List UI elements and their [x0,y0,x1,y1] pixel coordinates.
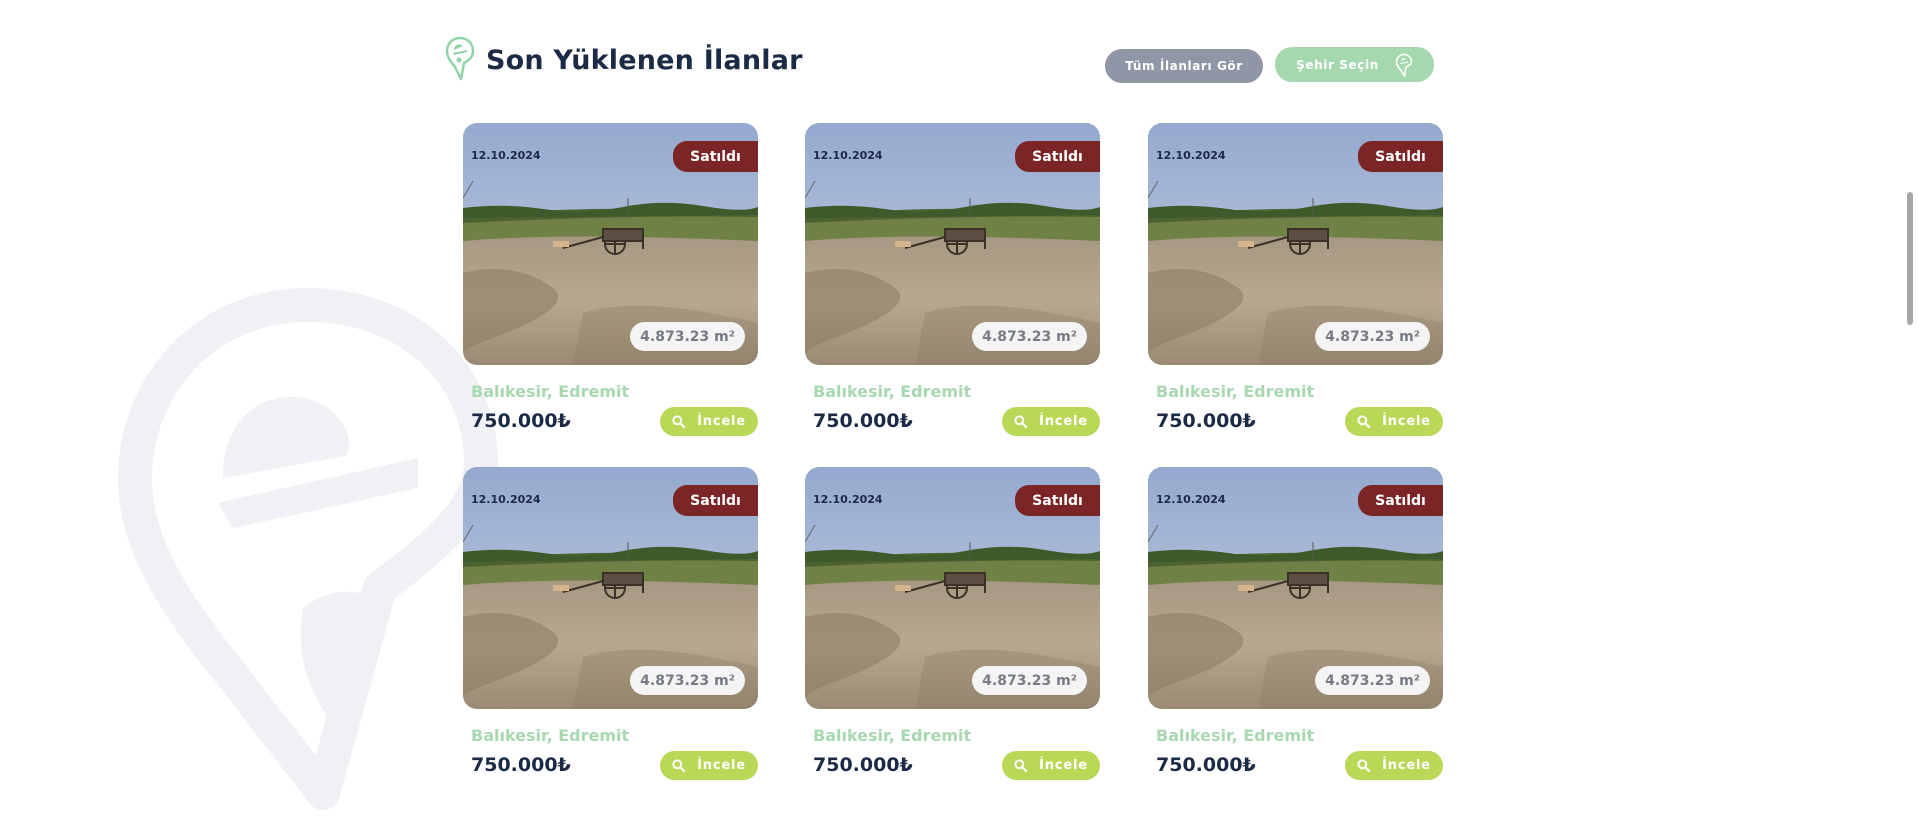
inspect-button[interactable]: İncele [1002,751,1100,780]
listing-photo[interactable]: 12.10.2024 Satıldı 4.873.23 m² [463,123,758,365]
city-select-button[interactable]: Şehir Seçin [1275,47,1434,82]
inspect-button[interactable]: İncele [1002,407,1100,436]
listing-photo[interactable]: 12.10.2024 Satıldı 4.873.23 m² [805,467,1100,709]
location-pin-logo-icon [1395,53,1413,77]
listing-area: 4.873.23 m² [630,666,745,695]
inspect-button-label: İncele [1382,758,1431,773]
sold-status-badge: Satıldı [1015,141,1100,172]
listing-area: 4.873.23 m² [972,322,1087,351]
listing-card[interactable]: 12.10.2024 Satıldı 4.873.23 m² Balıkesir… [805,123,1100,436]
listing-photo[interactable]: 12.10.2024 Satıldı 4.873.23 m² [1148,467,1443,709]
listing-card[interactable]: 12.10.2024 Satıldı 4.873.23 m² Balıkesir… [463,467,758,780]
city-select-label: Şehir Seçin [1296,57,1379,72]
listing-date: 12.10.2024 [1156,493,1226,506]
listing-price: 750.000₺ [471,410,571,432]
listing-card[interactable]: 12.10.2024 Satıldı 4.873.23 m² Balıkesir… [805,467,1100,780]
location-pin-logo-icon [445,36,475,81]
page-title: Son Yüklenen İlanlar [486,45,803,76]
search-icon [1014,759,1028,772]
listing-price: 750.000₺ [813,410,913,432]
listing-card[interactable]: 12.10.2024 Satıldı 4.873.23 m² Balıkesir… [1148,123,1443,436]
inspect-button[interactable]: İncele [1345,407,1443,436]
sold-status-badge: Satıldı [1015,485,1100,516]
listing-area: 4.873.23 m² [972,666,1087,695]
listing-area: 4.873.23 m² [1315,666,1430,695]
listing-price: 750.000₺ [471,754,571,776]
search-icon [1357,759,1371,772]
listing-date: 12.10.2024 [813,149,883,162]
scrollbar-thumb[interactable] [1907,192,1913,325]
listing-location[interactable]: Balıkesir, Edremit [471,726,629,745]
sold-status-badge: Satıldı [1358,485,1443,516]
inspect-button[interactable]: İncele [660,407,758,436]
listing-photo[interactable]: 12.10.2024 Satıldı 4.873.23 m² [805,123,1100,365]
inspect-button-label: İncele [697,414,746,429]
sold-status-badge: Satıldı [1358,141,1443,172]
listing-date: 12.10.2024 [471,493,541,506]
inspect-button-label: İncele [1382,414,1431,429]
listing-date: 12.10.2024 [813,493,883,506]
listing-location[interactable]: Balıkesir, Edremit [813,382,971,401]
inspect-button-label: İncele [1039,414,1088,429]
listing-date: 12.10.2024 [471,149,541,162]
listing-card[interactable]: 12.10.2024 Satıldı 4.873.23 m² Balıkesir… [463,123,758,436]
listing-photo[interactable]: 12.10.2024 Satıldı 4.873.23 m² [1148,123,1443,365]
listing-price: 750.000₺ [813,754,913,776]
search-icon [672,759,686,772]
listing-area: 4.873.23 m² [1315,322,1430,351]
listing-date: 12.10.2024 [1156,149,1226,162]
listing-location[interactable]: Balıkesir, Edremit [1156,726,1314,745]
listing-price: 750.000₺ [1156,754,1256,776]
inspect-button[interactable]: İncele [660,751,758,780]
listing-area: 4.873.23 m² [630,322,745,351]
listing-location[interactable]: Balıkesir, Edremit [471,382,629,401]
search-icon [1357,415,1371,428]
search-icon [672,415,686,428]
inspect-button-label: İncele [697,758,746,773]
search-icon [1014,415,1028,428]
scrollbar-track[interactable] [1902,0,1919,816]
listing-card[interactable]: 12.10.2024 Satıldı 4.873.23 m² Balıkesir… [1148,467,1443,780]
sold-status-badge: Satıldı [673,141,758,172]
background-logo-watermark [118,288,498,810]
all-listings-button[interactable]: Tüm İlanları Gör [1105,49,1263,83]
inspect-button[interactable]: İncele [1345,751,1443,780]
listing-location[interactable]: Balıkesir, Edremit [813,726,971,745]
listing-photo[interactable]: 12.10.2024 Satıldı 4.873.23 m² [463,467,758,709]
listing-price: 750.000₺ [1156,410,1256,432]
sold-status-badge: Satıldı [673,485,758,516]
listing-location[interactable]: Balıkesir, Edremit [1156,382,1314,401]
inspect-button-label: İncele [1039,758,1088,773]
